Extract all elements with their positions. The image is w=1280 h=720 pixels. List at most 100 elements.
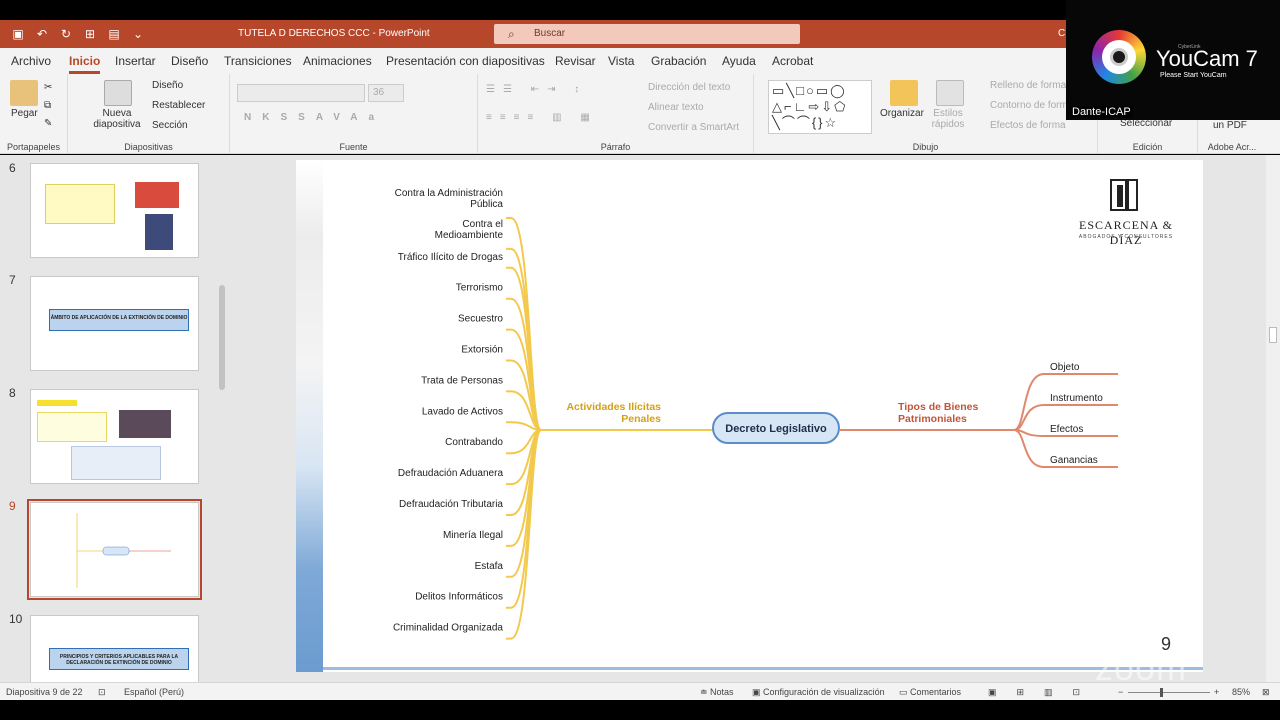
shape-fill-button[interactable]: Relleno de forma bbox=[990, 80, 1066, 91]
tab-grabacion[interactable]: Grabación bbox=[651, 54, 706, 68]
notes-button[interactable]: ≐ Notas bbox=[700, 687, 734, 698]
align-buttons[interactable]: ≡≡≡≡ ▥ ▦ bbox=[486, 112, 598, 123]
save-icon[interactable]: ▣ bbox=[10, 26, 26, 42]
current-slide[interactable]: ESCARCENA & DÍAZ ABOGADOS Y CONSULTORES … bbox=[296, 160, 1203, 672]
tab-archivo[interactable]: Archivo bbox=[11, 54, 51, 68]
search-icon: ⌕ bbox=[508, 27, 515, 41]
right-item-label: Instrumento bbox=[1050, 393, 1103, 404]
group-label-edicion: Edición bbox=[1132, 142, 1163, 152]
arrange-icon[interactable] bbox=[890, 80, 918, 106]
left-item-label: Contra la Administración Pública bbox=[395, 188, 504, 210]
group-label-diapositivas: Diapositivas bbox=[124, 142, 173, 152]
zoom-slider-thumb[interactable] bbox=[1160, 688, 1163, 697]
group-fuente: 36 NKSSAVAa Fuente bbox=[230, 74, 478, 154]
undo-icon[interactable]: ↶ bbox=[34, 26, 50, 42]
tab-acrobat[interactable]: Acrobat bbox=[772, 54, 813, 68]
group-diapositivas: Nueva diapositiva Diseño Restablecer Sec… bbox=[68, 74, 230, 154]
left-item-label: Secuestro bbox=[458, 314, 503, 325]
user-initial[interactable]: C bbox=[1058, 28, 1065, 39]
comments-button[interactable]: ▭ Comentarios bbox=[899, 687, 961, 698]
zoom-slider[interactable] bbox=[1128, 692, 1210, 693]
group-label-fuente: Fuente bbox=[339, 142, 368, 152]
thumbnails-scroll-thumb[interactable] bbox=[219, 285, 225, 390]
create-pdf-button[interactable]: un PDF bbox=[1213, 120, 1247, 131]
thumb8-text-block bbox=[37, 412, 107, 442]
fit-slide-icon[interactable]: ⊠ bbox=[1262, 687, 1270, 698]
left-item-label: Defraudación Tributaria bbox=[399, 499, 503, 510]
align-text-button[interactable]: Alinear texto bbox=[648, 102, 704, 113]
customize-qat-icon[interactable]: ⌄ bbox=[130, 26, 146, 42]
webcam-overlay: CyberLink YouCam 7 Please Start YouCam D… bbox=[1066, 0, 1280, 120]
left-item-label: Contra el Medioambiente bbox=[435, 219, 504, 241]
group-dibujo: ▭╲□○▭◯ △⌐∟⇨⇩⬠ ╲⌒⌒{}☆ Organizar Estilos ráp… bbox=[754, 74, 1098, 154]
font-size-box[interactable]: 36 bbox=[368, 84, 404, 102]
font-name-box[interactable] bbox=[237, 84, 365, 102]
spellcheck-icon[interactable]: ⊡ bbox=[98, 687, 106, 698]
slide-counter: Diapositiva 9 de 22 bbox=[6, 687, 83, 697]
paste-icon[interactable] bbox=[10, 80, 38, 106]
left-item-label: Terrorismo bbox=[456, 283, 504, 294]
quick-styles-icon[interactable] bbox=[936, 80, 964, 106]
view-buttons[interactable]: ▣⊞▥⊡ bbox=[988, 687, 1100, 698]
thumbnails-scrollbar[interactable] bbox=[217, 160, 227, 680]
quick-styles-button[interactable]: Estilos rápidos bbox=[928, 108, 968, 130]
tab-animaciones[interactable]: Animaciones bbox=[303, 54, 372, 68]
present-icon[interactable]: ⊞ bbox=[82, 26, 98, 42]
thumbnail-slide-9[interactable] bbox=[27, 499, 202, 600]
tab-transiciones[interactable]: Transiciones bbox=[224, 54, 292, 68]
section-button[interactable]: Sección bbox=[152, 120, 188, 131]
slide-thumbnails-panel: 6 7 ÁMBITO DE APLICACIÓN DE LA EXTINCIÓN… bbox=[0, 155, 230, 710]
zoom-level[interactable]: 85% bbox=[1232, 687, 1250, 697]
language-status[interactable]: Español (Perú) bbox=[124, 687, 184, 697]
zoom-out-icon[interactable]: − bbox=[1118, 687, 1123, 697]
shapes-gallery[interactable]: ▭╲□○▭◯ △⌐∟⇨⇩⬠ ╲⌒⌒{}☆ bbox=[768, 80, 872, 134]
youcam-logo-icon bbox=[1092, 30, 1146, 84]
left-connector bbox=[506, 247, 542, 431]
quick-access-toolbar: ▣ ↶ ↻ ⊞ ▤ ⌄ bbox=[10, 26, 146, 42]
redo-icon[interactable]: ↻ bbox=[58, 26, 74, 42]
thumb8-image bbox=[119, 410, 171, 438]
tab-presentacion[interactable]: Presentación con diapositivas bbox=[386, 54, 545, 68]
left-item-label: Trata de Personas bbox=[421, 375, 503, 386]
zoom-in-icon[interactable]: + bbox=[1214, 687, 1219, 697]
list-buttons[interactable]: ☰☰ ⇤⇥ ↕ bbox=[486, 84, 587, 95]
thumbnail-slide-7[interactable]: ÁMBITO DE APLICACIÓN DE LA EXTINCIÓN DE … bbox=[30, 276, 199, 371]
left-item-label: Minería Ilegal bbox=[443, 530, 503, 541]
new-slide-icon[interactable] bbox=[104, 80, 132, 106]
paste-button[interactable]: Pegar bbox=[11, 108, 38, 119]
group-label-adobe: Adobe Acr... bbox=[1207, 142, 1257, 152]
arrange-button[interactable]: Organizar bbox=[880, 108, 924, 119]
thumbnail-slide-8[interactable] bbox=[30, 389, 199, 484]
tab-diseno[interactable]: Diseño bbox=[171, 54, 208, 68]
search-placeholder: Buscar bbox=[534, 28, 566, 39]
left-item-label: Criminalidad Organizada bbox=[393, 623, 503, 634]
convert-smartart-button[interactable]: Convertir a SmartArt bbox=[648, 122, 739, 133]
search-box[interactable]: ⌕ Buscar bbox=[494, 24, 800, 44]
format-painter-icon[interactable]: ✎ bbox=[44, 118, 52, 129]
tab-vista[interactable]: Vista bbox=[608, 54, 634, 68]
thumb-number-6: 6 bbox=[9, 161, 16, 175]
shape-outline-button[interactable]: Contorno de forma bbox=[990, 100, 1073, 111]
tab-revisar[interactable]: Revisar bbox=[555, 54, 596, 68]
layout-button[interactable]: Diseño bbox=[152, 80, 183, 91]
copy-icon[interactable]: ⧉ bbox=[44, 100, 51, 111]
font-style-buttons[interactable]: NKSSAVAa bbox=[244, 112, 385, 123]
cut-icon[interactable]: ✂ bbox=[44, 82, 52, 93]
tab-insertar[interactable]: Insertar bbox=[115, 54, 156, 68]
right-branch-label: Tipos de Bienes Patrimoniales bbox=[898, 401, 978, 425]
thumb10-title: PRINCIPIOS Y CRITERIOS APLICABLES PARA L… bbox=[49, 648, 189, 670]
left-item-label: Lavado de Activos bbox=[422, 406, 503, 417]
canvas-scrollbar[interactable] bbox=[1266, 155, 1280, 682]
display-settings-button[interactable]: ▣ Configuración de visualización bbox=[752, 687, 885, 698]
tab-ayuda[interactable]: Ayuda bbox=[722, 54, 756, 68]
canvas-scroll-thumb[interactable] bbox=[1269, 327, 1277, 343]
thumb8-heading bbox=[37, 400, 77, 406]
reset-button[interactable]: Restablecer bbox=[152, 100, 205, 111]
group-label-parrafo: Párrafo bbox=[600, 142, 631, 152]
new-slide-button[interactable]: Nueva diapositiva bbox=[88, 108, 146, 130]
slideshow-icon[interactable]: ▤ bbox=[106, 26, 122, 42]
shape-effects-button[interactable]: Efectos de forma bbox=[990, 120, 1066, 131]
tab-inicio[interactable]: Inicio bbox=[69, 54, 101, 74]
thumbnail-slide-6[interactable] bbox=[30, 163, 199, 258]
text-direction-button[interactable]: Dirección del texto bbox=[648, 82, 730, 93]
